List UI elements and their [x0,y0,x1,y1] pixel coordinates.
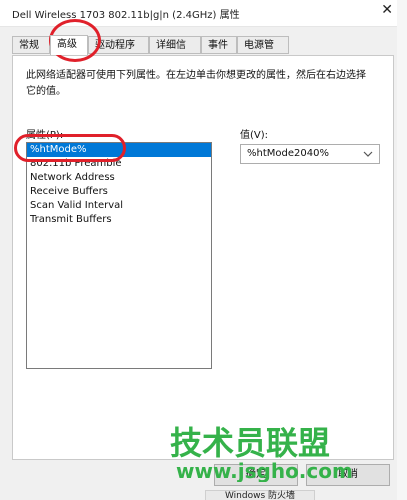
advanced-description: 此网络适配器可使用下列属性。在左边单击你想更改的属性，然后在右边选择它的值。 [26,70,366,97]
right-edge-strip [397,0,407,500]
properties-dialog: { "window": { "title": "Dell Wireless 17… [0,0,407,500]
list-item[interactable]: Scan Valid Interval [27,199,211,213]
window-title: Dell Wireless 1703 802.11b|g|n (2.4GHz) … [12,10,240,21]
tab-advanced[interactable]: 高级 [50,35,88,55]
tab-power-management[interactable]: 电源管理 [237,36,289,69]
property-list[interactable]: %htMode% 802.11b Preamble Network Addres… [26,142,212,369]
tab-events[interactable]: 事件 [201,36,237,54]
list-item[interactable]: %htMode% [27,143,211,157]
value-select-text: %htMode2040% [247,148,329,159]
bottom-window-label: Windows 防火墙 [205,490,315,500]
close-icon[interactable]: ✕ [381,3,393,17]
chevron-down-icon [363,151,373,157]
tab-details[interactable]: 详细信息 [149,36,201,69]
tab-driver[interactable]: 驱动程序 [88,36,149,54]
list-item[interactable]: Network Address [27,171,211,185]
tab-general[interactable]: 常规 [12,36,50,54]
list-item[interactable]: 802.11b Preamble [27,157,211,171]
list-item[interactable]: Receive Buffers [27,185,211,199]
property-label: 属性(P): [26,130,64,141]
value-label: 值(V): [240,130,269,141]
ok-button[interactable]: 确定 [214,464,298,486]
cancel-button[interactable]: 取消 [306,464,390,486]
title-bar: Dell Wireless 1703 802.11b|g|n (2.4GHz) … [0,0,407,27]
value-select[interactable]: %htMode2040% [240,144,380,164]
list-item[interactable]: Transmit Buffers [27,213,211,227]
